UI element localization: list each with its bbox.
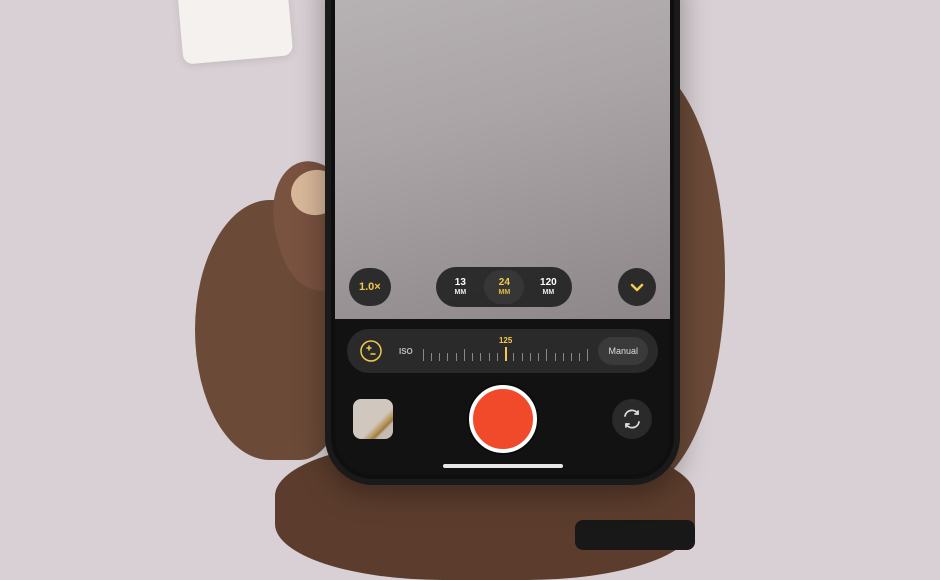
ruler-ticks [423,347,589,361]
manual-label: Manual [608,346,638,356]
lens-focal-label: 120 [540,278,557,288]
plus-minus-icon [360,340,382,362]
lens-unit-label: MM [455,289,467,296]
iso-value: 125 [499,336,512,345]
ruler-indicator [505,347,507,361]
gallery-thumbnail[interactable] [353,399,393,439]
shutter-button[interactable] [469,385,537,453]
lens-selector: 13 MM 24 MM 120 MM [436,267,572,307]
camera-viewfinder[interactable]: 1.0× 13 MM 24 MM 120 MM [335,0,670,319]
phone-device: 1.0× 13 MM 24 MM 120 MM [325,0,680,485]
background-object [177,0,294,65]
zoom-button[interactable]: 1.0× [349,268,391,306]
switch-camera-button[interactable] [612,399,652,439]
watch [575,520,695,550]
lens-unit-label: MM [499,289,511,296]
home-indicator[interactable] [443,464,563,468]
lens-focal-label: 13 [455,278,466,288]
switch-camera-icon [621,408,643,430]
iso-control-bar: ISO 125 Manual [347,329,658,373]
lens-option-120mm[interactable]: 120 MM [528,270,568,304]
camera-app-screen: 1.0× 13 MM 24 MM 120 MM [335,0,670,475]
lens-focal-label: 24 [499,278,510,288]
chevron-down-icon [629,279,645,295]
iso-label: ISO [399,347,413,356]
manual-mode-button[interactable]: Manual [598,337,648,365]
zoom-label: 1.0× [359,281,381,293]
lens-option-24mm[interactable]: 24 MM [484,270,524,304]
iso-toggle-button[interactable] [353,333,389,369]
iso-slider[interactable]: 125 [423,336,589,366]
bottom-controls: ISO 125 Manual [335,319,670,475]
lens-option-13mm[interactable]: 13 MM [440,270,480,304]
collapse-button[interactable] [618,268,656,306]
shutter-row [347,385,658,453]
lens-unit-label: MM [543,289,555,296]
viewfinder-controls: 1.0× 13 MM 24 MM 120 MM [335,257,670,319]
